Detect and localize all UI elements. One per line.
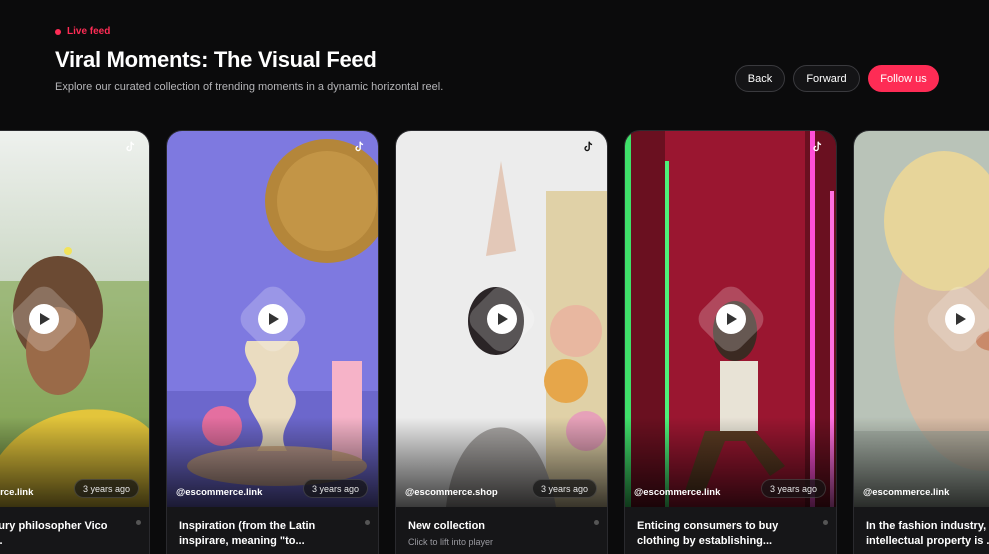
live-feed-badge: Live feed [55, 26, 935, 37]
card-timestamp: 3 years ago [760, 479, 826, 498]
card-info: In the fashion industry, intellectual pr… [854, 507, 989, 554]
video-card[interactable]: @escommerce.link 3 years ago Inspiration… [166, 130, 379, 554]
card-menu-dot-icon[interactable] [594, 520, 599, 525]
tiktok-icon [584, 141, 593, 152]
card-timestamp: 3 years ago [73, 479, 139, 498]
card-caption: 18th century philosopher Vico propose... [0, 520, 108, 547]
follow-us-button[interactable]: Follow us [868, 65, 939, 92]
video-reel[interactable]: @escommerce.link 3 years ago 18th centur… [0, 130, 989, 554]
card-menu-dot-icon[interactable] [365, 520, 370, 525]
reel-controls: Back Forward Follow us [735, 65, 939, 92]
card-menu-dot-icon[interactable] [136, 520, 141, 525]
play-icon [268, 313, 279, 325]
card-handle[interactable]: @escommerce.link [176, 487, 262, 498]
play-icon [955, 313, 966, 325]
card-handle[interactable]: @escommerce.link [863, 487, 949, 498]
tiktok-icon [813, 141, 822, 152]
card-info: 18th century philosopher Vico propose... [0, 507, 149, 554]
live-dot-icon [55, 28, 61, 35]
play-button[interactable] [944, 304, 975, 334]
tiktok-icon [126, 141, 135, 152]
play-button[interactable] [486, 304, 517, 334]
video-card[interactable]: @escommerce.link 3 years ago Enticing co… [624, 130, 837, 554]
card-caption: Enticing consumers to buy clothing by es… [637, 520, 779, 547]
play-button[interactable] [28, 304, 59, 334]
live-feed-label: Live feed [67, 26, 111, 37]
video-card[interactable]: @escommerce.shop 3 years ago New collect… [395, 130, 608, 554]
card-info: New collection Click to lift into player [396, 507, 607, 554]
back-button[interactable]: Back [735, 65, 785, 92]
video-card[interactable]: @escommerce.link In the fashion industry… [853, 130, 989, 554]
card-caption: In the fashion industry, intellectual pr… [866, 520, 989, 547]
play-icon [497, 313, 508, 325]
card-handle[interactable]: @escommerce.link [634, 487, 720, 498]
video-card[interactable]: @escommerce.link 3 years ago 18th centur… [0, 130, 150, 554]
card-info: Enticing consumers to buy clothing by es… [625, 507, 836, 554]
card-timestamp: 3 years ago [531, 479, 597, 498]
forward-button[interactable]: Forward [793, 65, 860, 92]
play-icon [39, 313, 50, 325]
tiktok-icon [355, 141, 364, 152]
play-icon [726, 313, 737, 325]
card-caption: New collection [408, 520, 486, 532]
card-caption: Inspiration (from the Latin inspirare, m… [179, 520, 316, 547]
card-handle[interactable]: @escommerce.shop [405, 487, 498, 498]
play-button[interactable] [257, 304, 288, 334]
card-info: Inspiration (from the Latin inspirare, m… [167, 507, 378, 554]
card-menu-dot-icon[interactable] [823, 520, 828, 525]
card-handle[interactable]: @escommerce.link [0, 487, 33, 498]
play-button[interactable] [715, 304, 746, 334]
card-timestamp: 3 years ago [302, 479, 368, 498]
card-hint: Click to lift into player [408, 537, 494, 547]
